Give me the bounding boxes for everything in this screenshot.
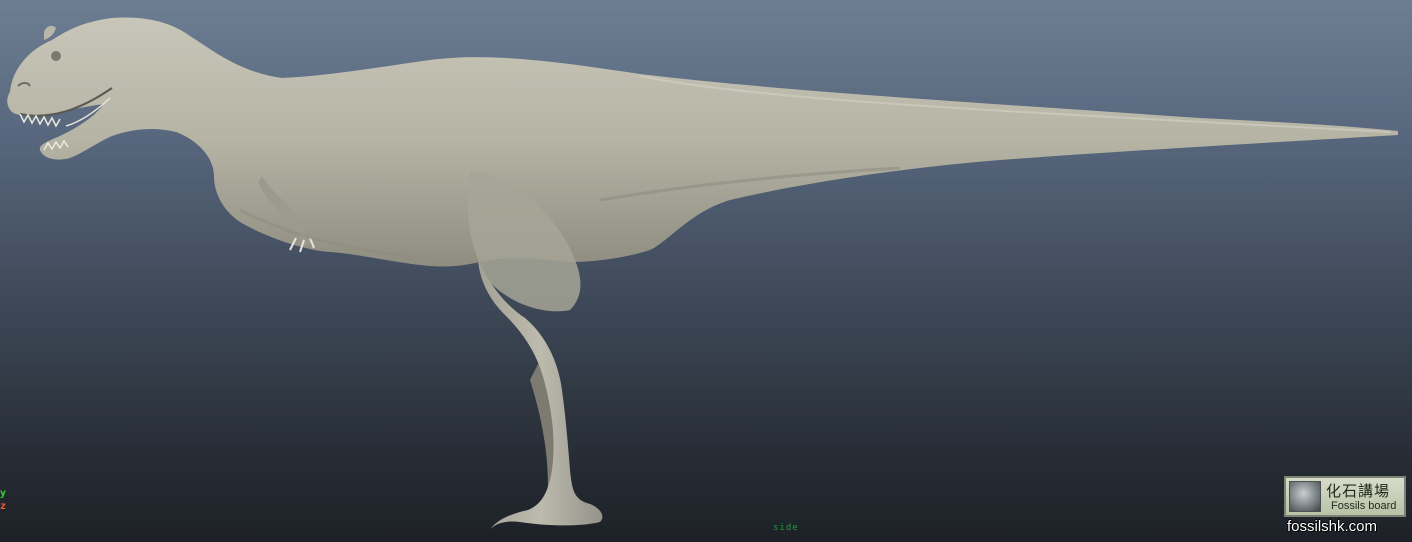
axis-z-label: z [0, 501, 7, 512]
dinosaur-model[interactable] [0, 0, 1412, 542]
fossil-emblem-icon [1289, 481, 1321, 512]
horn [44, 25, 56, 40]
axis-y-label: y [0, 488, 7, 499]
watermark-site-url: fossilshk.com [1287, 518, 1378, 535]
body-silhouette [7, 17, 1398, 267]
watermark-title-zh: 化石講場 [1326, 482, 1391, 500]
maya-viewport-side[interactable]: y z side 化石講場 Fossils board fossilshk.co… [0, 0, 1412, 542]
view-panel-label: side [773, 523, 799, 533]
watermark-title-en: Fossils board [1331, 500, 1397, 512]
fossils-board-watermark: 化石講場 Fossils board [1284, 476, 1406, 517]
eye [51, 51, 61, 61]
